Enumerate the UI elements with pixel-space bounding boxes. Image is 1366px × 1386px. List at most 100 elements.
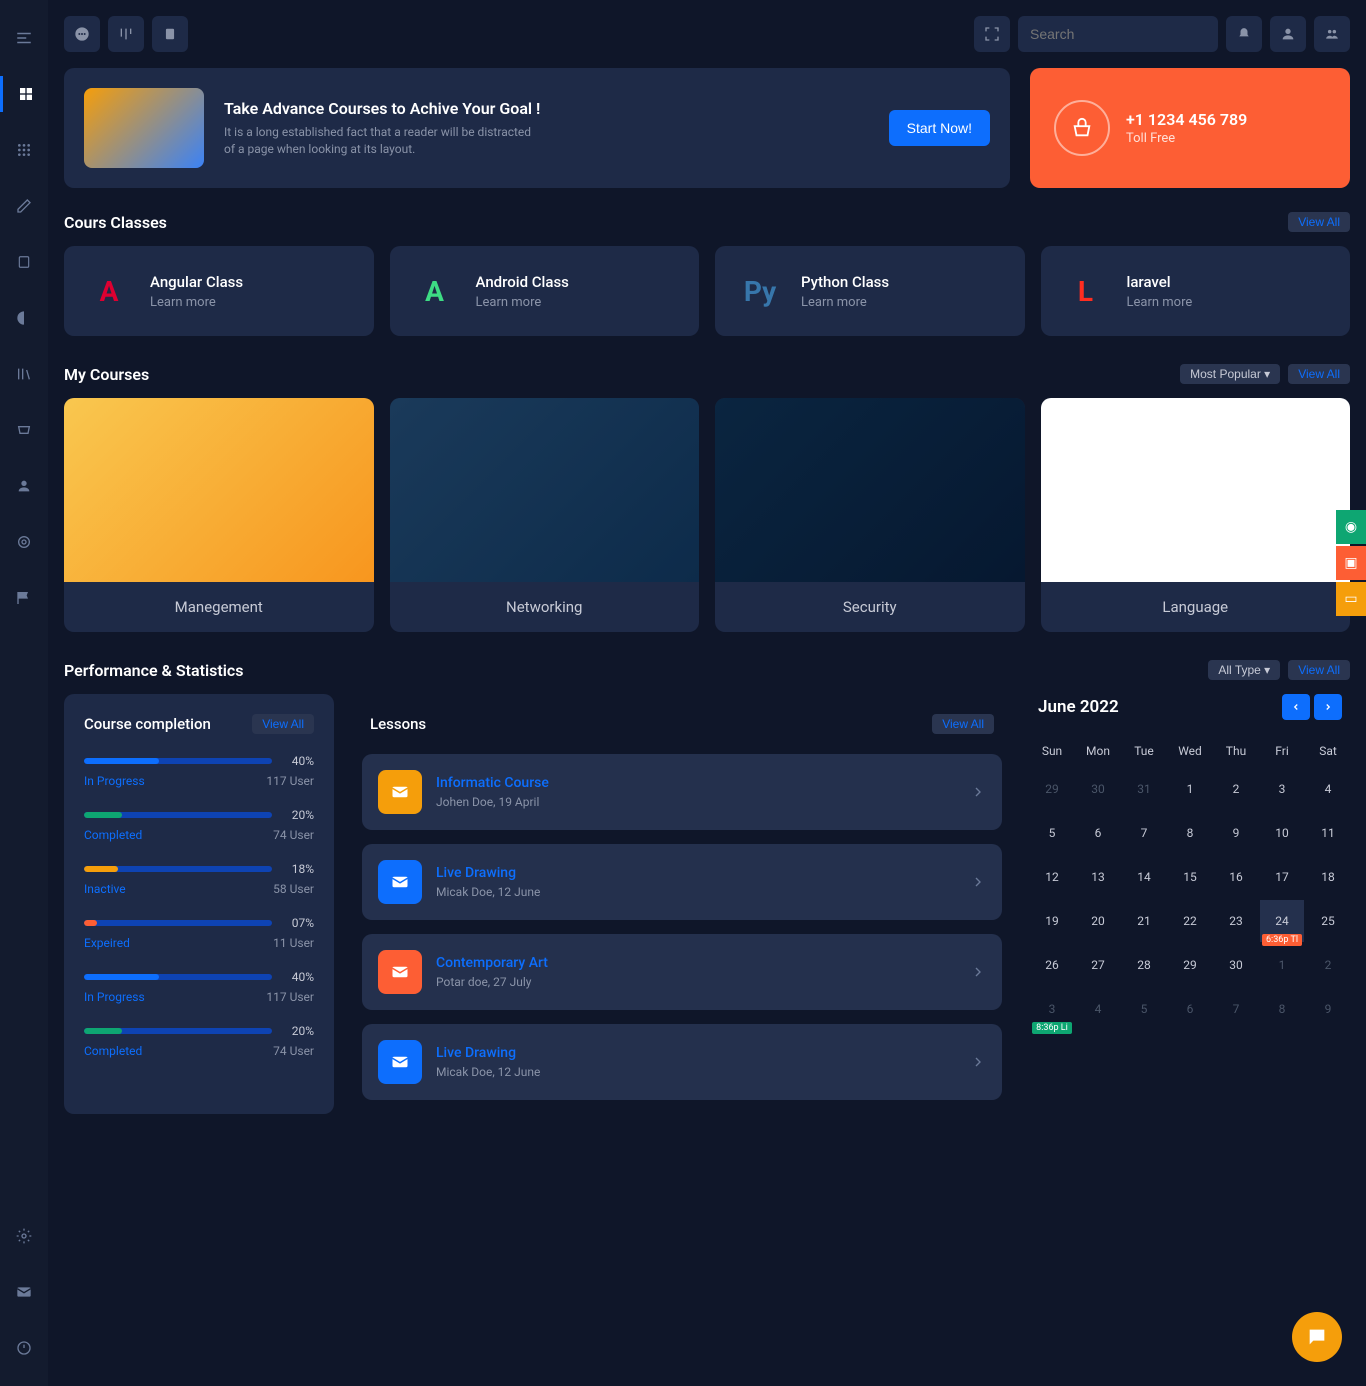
- cal-day[interactable]: 6: [1076, 812, 1120, 854]
- cal-day[interactable]: 29: [1030, 768, 1074, 810]
- cal-day[interactable]: 5: [1030, 812, 1074, 854]
- lesson-item[interactable]: Live Drawing Micak Doe, 12 June: [362, 1024, 1002, 1100]
- cal-day[interactable]: 8: [1260, 988, 1304, 1030]
- profile-icon[interactable]: [1270, 16, 1306, 52]
- cal-next-button[interactable]: [1314, 694, 1342, 720]
- classes-viewall[interactable]: View All: [1288, 212, 1350, 232]
- cal-day[interactable]: 26: [1030, 944, 1074, 986]
- nav-user[interactable]: [0, 468, 48, 504]
- lessons-title: Lessons: [370, 715, 426, 733]
- cal-day[interactable]: 9: [1306, 988, 1350, 1030]
- nav-library[interactable]: [0, 356, 48, 392]
- cal-day[interactable]: 6: [1168, 988, 1212, 1030]
- cal-day[interactable]: 2: [1306, 944, 1350, 986]
- search-box[interactable]: [1018, 16, 1218, 52]
- lesson-item[interactable]: Contemporary Art Potar doe, 27 July: [362, 934, 1002, 1010]
- chat-icon[interactable]: [64, 16, 100, 52]
- cal-day[interactable]: 18: [1306, 856, 1350, 898]
- cal-day[interactable]: 23: [1214, 900, 1258, 942]
- cal-dow: Thu: [1214, 736, 1258, 766]
- cal-day[interactable]: 3: [1260, 768, 1304, 810]
- lesson-title: Contemporary Art: [436, 955, 956, 971]
- cal-day[interactable]: 4: [1076, 988, 1120, 1030]
- progress-users: 74 User: [273, 828, 314, 842]
- lesson-item[interactable]: Live Drawing Micak Doe, 12 June: [362, 844, 1002, 920]
- cal-day[interactable]: 17: [1260, 856, 1304, 898]
- cal-day[interactable]: 7: [1214, 988, 1258, 1030]
- nav-chart[interactable]: [0, 300, 48, 336]
- nav-page[interactable]: [0, 244, 48, 280]
- clipboard-icon[interactable]: [152, 16, 188, 52]
- lesson-title: Live Drawing: [436, 1045, 956, 1061]
- power-icon[interactable]: [0, 1330, 48, 1366]
- cal-day[interactable]: 22: [1168, 900, 1212, 942]
- cal-day[interactable]: 246:36p Tl: [1260, 900, 1304, 942]
- class-card[interactable]: Py Python Class Learn more: [715, 246, 1025, 336]
- cal-day[interactable]: 25: [1306, 900, 1350, 942]
- search-input[interactable]: [1030, 26, 1211, 42]
- chat-fab[interactable]: [1292, 1312, 1342, 1362]
- side-tab-money-icon[interactable]: ◉: [1336, 510, 1366, 544]
- nav-edit[interactable]: [0, 188, 48, 224]
- cal-day[interactable]: 5: [1122, 988, 1166, 1030]
- course-card[interactable]: Networking: [390, 398, 700, 632]
- cal-day[interactable]: 21: [1122, 900, 1166, 942]
- cal-day[interactable]: 1: [1260, 944, 1304, 986]
- cal-day[interactable]: 16: [1214, 856, 1258, 898]
- nav-flag[interactable]: [0, 580, 48, 616]
- cal-day[interactable]: 27: [1076, 944, 1120, 986]
- perf-viewall[interactable]: View All: [1288, 660, 1350, 680]
- menu-toggle-icon[interactable]: [0, 20, 48, 56]
- cal-prev-button[interactable]: [1282, 694, 1310, 720]
- course-card[interactable]: Language: [1041, 398, 1351, 632]
- course-card[interactable]: Security: [715, 398, 1025, 632]
- cal-day[interactable]: 19: [1030, 900, 1074, 942]
- all-type-dropdown[interactable]: All Type ▾: [1208, 660, 1280, 680]
- nav-apps[interactable]: [0, 132, 48, 168]
- cal-day[interactable]: 7: [1122, 812, 1166, 854]
- nav-dashboard[interactable]: [0, 76, 48, 112]
- users-icon[interactable]: [1314, 16, 1350, 52]
- side-tab-image-icon[interactable]: ▣: [1336, 546, 1366, 580]
- phone-number: +1 1234 456 789: [1126, 110, 1247, 129]
- cal-day[interactable]: 10: [1260, 812, 1304, 854]
- class-card[interactable]: A Android Class Learn more: [390, 246, 700, 336]
- mail-icon[interactable]: [0, 1274, 48, 1310]
- cal-day[interactable]: 15: [1168, 856, 1212, 898]
- course-card[interactable]: Manegement: [64, 398, 374, 632]
- lesson-item[interactable]: Informatic Course Johen Doe, 19 April: [362, 754, 1002, 830]
- lessons-viewall[interactable]: View All: [932, 714, 994, 734]
- most-popular-dropdown[interactable]: Most Popular ▾: [1180, 364, 1280, 384]
- cal-day[interactable]: 8: [1168, 812, 1212, 854]
- cal-day[interactable]: 13: [1076, 856, 1120, 898]
- start-now-button[interactable]: Start Now!: [889, 110, 990, 146]
- nav-target[interactable]: [0, 524, 48, 560]
- cal-day[interactable]: 4: [1306, 768, 1350, 810]
- cal-day[interactable]: 9: [1214, 812, 1258, 854]
- cal-day[interactable]: 38:36p Li: [1030, 988, 1074, 1030]
- courses-viewall[interactable]: View All: [1288, 364, 1350, 384]
- class-title: Python Class: [801, 273, 889, 291]
- cal-day[interactable]: 31: [1122, 768, 1166, 810]
- completion-viewall[interactable]: View All: [252, 714, 314, 734]
- nav-cart[interactable]: [0, 412, 48, 448]
- cal-day[interactable]: 14: [1122, 856, 1166, 898]
- bell-icon[interactable]: [1226, 16, 1262, 52]
- kanban-icon[interactable]: [108, 16, 144, 52]
- cal-day[interactable]: 20: [1076, 900, 1120, 942]
- cal-day[interactable]: 29: [1168, 944, 1212, 986]
- cal-event[interactable]: 8:36p Li: [1032, 1022, 1072, 1034]
- class-card[interactable]: L laravel Learn more: [1041, 246, 1351, 336]
- cal-day[interactable]: 30: [1214, 944, 1258, 986]
- side-tab-chat-icon[interactable]: ▭: [1336, 582, 1366, 616]
- cal-day[interactable]: 11: [1306, 812, 1350, 854]
- cal-day[interactable]: 1: [1168, 768, 1212, 810]
- cal-day[interactable]: 30: [1076, 768, 1120, 810]
- cal-day[interactable]: 28: [1122, 944, 1166, 986]
- fullscreen-icon[interactable]: [974, 16, 1010, 52]
- cal-day[interactable]: 12: [1030, 856, 1074, 898]
- chevron-right-icon: [970, 784, 986, 800]
- class-card[interactable]: A Angular Class Learn more: [64, 246, 374, 336]
- cal-day[interactable]: 2: [1214, 768, 1258, 810]
- settings-icon[interactable]: [0, 1218, 48, 1254]
